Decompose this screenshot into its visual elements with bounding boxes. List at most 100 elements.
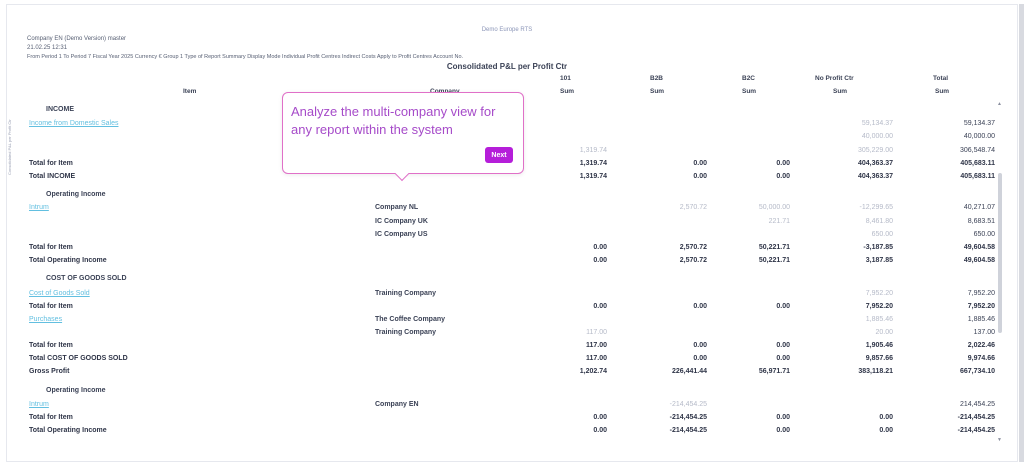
cell-no-profit-ctr: 20.00 <box>875 329 893 336</box>
row-company: IC Company US <box>375 231 428 238</box>
org-name: Demo Europe RTS <box>481 27 533 33</box>
row-cogs-total-item-2: Total for Item 117.00 0.00 0.00 1,905.46 2,02… <box>7 342 1007 354</box>
cell-101: 1,202.74 <box>579 368 607 375</box>
cell-total: 214,454.25 <box>959 401 995 408</box>
page-scrollbar[interactable] <box>1019 4 1024 462</box>
cell-total: -214,454.25 <box>957 414 995 421</box>
row-item-label: Total Operating Income <box>29 257 107 264</box>
cell-101: 117.00 <box>586 329 607 336</box>
row-op-income-us: IC Company US 650.00 650.00 <box>7 231 1007 243</box>
company-line: Company EN (Demo Version) master <box>27 36 127 42</box>
cell-no-profit-ctr: 59,134.37 <box>861 120 893 127</box>
cell-no-profit-ctr: -12,299.65 <box>859 204 893 211</box>
cell-b2b: 2,570.72 <box>679 204 707 211</box>
cell-total: 137.00 <box>973 329 995 336</box>
col-head-101: 101 <box>560 75 571 82</box>
row-op-income-en: Intrum Company EN -214,454.25 214,454.25 <box>7 401 1007 413</box>
row-company: Company NL <box>375 204 419 211</box>
tour-next-button[interactable]: Next <box>485 147 513 163</box>
cell-no-profit-ctr: 1,885.46 <box>865 316 893 323</box>
row-item-label[interactable]: Income from Domestic Sales <box>29 120 118 127</box>
cell-no-profit-ctr: 383,118.21 <box>858 368 893 375</box>
cell-b2c: 50,221.71 <box>758 244 790 251</box>
cell-no-profit-ctr: 7,952.20 <box>865 303 893 310</box>
row-item-label: Total COST OF GOODS SOLD <box>29 355 128 362</box>
cell-b2b: 0.00 <box>693 342 707 349</box>
report-parameters: From Period 1 To Period 7 Fiscal Year 20… <box>27 54 464 60</box>
scroll-down-icon[interactable]: ▼ <box>997 437 1002 443</box>
cell-no-profit-ctr: 9,857.66 <box>865 355 893 362</box>
cell-b2b: -214,454.25 <box>669 427 707 434</box>
row-total-cogs: Total COST OF GOODS SOLD 117.00 0.00 0.00 9,… <box>7 355 1007 367</box>
cell-no-profit-ctr: 404,363.37 <box>857 173 893 180</box>
row-item-label[interactable]: Intrum <box>29 204 49 211</box>
cell-101: 1,319.74 <box>579 160 607 167</box>
cell-b2b: 2,570.72 <box>679 244 707 251</box>
row-item-label: INCOME <box>46 106 74 113</box>
cell-b2c: 50,000.00 <box>758 204 790 211</box>
col-head-npc-sum: Sum <box>833 88 848 95</box>
cell-total: 49,604.58 <box>963 257 995 264</box>
cell-total: -214,454.25 <box>957 427 995 434</box>
row-section-operating-income-2: Operating Income <box>7 387 1007 399</box>
timestamp: 21.02.25 12:31 <box>27 45 68 51</box>
row-cogs-purchases-training: Training Company 117.00 20.00 137.00 <box>7 329 1007 341</box>
cell-total: 7,952.20 <box>967 303 995 310</box>
row-item-label: Total for Item <box>29 342 73 349</box>
row-op-income-uk: IC Company UK 221.71 8,461.80 8,683.51 <box>7 218 1007 230</box>
col-head-no-profit-ctr: No Profit Ctr <box>815 75 854 82</box>
cell-total: 667,734.10 <box>959 368 995 375</box>
cell-b2b: 2,570.72 <box>679 257 707 264</box>
cell-101: 0.00 <box>593 257 607 264</box>
scroll-up-icon[interactable]: ▲ <box>997 101 1002 107</box>
cell-101: 117.00 <box>585 355 607 362</box>
cell-b2c: 0.00 <box>776 160 790 167</box>
cell-total: 49,604.58 <box>963 244 995 251</box>
scrollbar-thumb[interactable] <box>998 173 1002 333</box>
cell-101: 0.00 <box>593 414 607 421</box>
row-item-label[interactable]: Purchases <box>29 316 62 323</box>
cell-101: 117.00 <box>585 342 607 349</box>
col-head-item: Item <box>183 88 197 95</box>
cell-total: 40,000.00 <box>963 133 995 140</box>
row-cogs-purchases: Purchases The Coffee Company 1,885.46 1,885… <box>7 316 1007 328</box>
row-item-label[interactable]: Cost of Goods Sold <box>29 290 90 297</box>
row-item-label: Total for Item <box>29 414 73 421</box>
cell-total: 2,022.46 <box>967 342 995 349</box>
cell-total: 59,134.37 <box>963 120 995 127</box>
report-frame: Consolidated P&L per Profit Ctr Demo Eur… <box>6 4 1018 462</box>
row-item-label[interactable]: Intrum <box>29 401 49 408</box>
cell-no-profit-ctr: 7,952.20 <box>865 290 893 297</box>
row-item-label: Operating Income <box>46 191 106 198</box>
cell-b2b: 0.00 <box>693 173 707 180</box>
row-item-label: Operating Income <box>46 387 106 394</box>
cell-b2c: 0.00 <box>776 303 790 310</box>
cell-b2c: 221.71 <box>768 218 790 225</box>
row-item-label: Total for Item <box>29 244 73 251</box>
row-company: IC Company UK <box>375 218 428 225</box>
cell-b2b: 0.00 <box>693 355 707 362</box>
col-head-b2c-sum: Sum <box>742 88 757 95</box>
tour-text: Analyze the multi-company view for any r… <box>291 104 496 137</box>
row-item-label: Total INCOME <box>29 173 76 180</box>
cell-b2c: 0.00 <box>776 173 790 180</box>
row-total-income: Total INCOME 1,319.74 0.00 0.00 404,363.37 40… <box>7 173 1007 185</box>
cell-total: 9,974.66 <box>967 355 995 362</box>
row-item-label: Gross Profit <box>29 368 70 375</box>
cell-no-profit-ctr: 40,000.00 <box>861 133 893 140</box>
row-item-label: Total Operating Income <box>29 427 107 434</box>
cell-b2b: 0.00 <box>693 303 707 310</box>
row-section-operating-income: Operating Income <box>7 191 1007 203</box>
cell-101: 1,319.74 <box>579 173 607 180</box>
col-head-101-sum: Sum <box>560 88 575 95</box>
row-op-income-nl: Intrum Company NL 2,570.72 50,000.00 -12,299… <box>7 204 1007 216</box>
tour-popover: Analyze the multi-company view for any r… <box>282 92 524 182</box>
cell-101: 0.00 <box>593 427 607 434</box>
cell-total: 306,548.74 <box>959 147 995 154</box>
row-total-operating-income-2: Total Operating Income 0.00 -214,454.25 0.0… <box>7 427 1007 439</box>
col-head-b2b: B2B <box>650 75 664 82</box>
cell-b2b: -214,454.25 <box>669 414 707 421</box>
cell-no-profit-ctr: 3,187.85 <box>865 257 893 264</box>
row-total-operating-income: Total Operating Income 0.00 2,570.72 50,221… <box>7 257 1007 269</box>
cell-total: 40,271.07 <box>963 204 995 211</box>
